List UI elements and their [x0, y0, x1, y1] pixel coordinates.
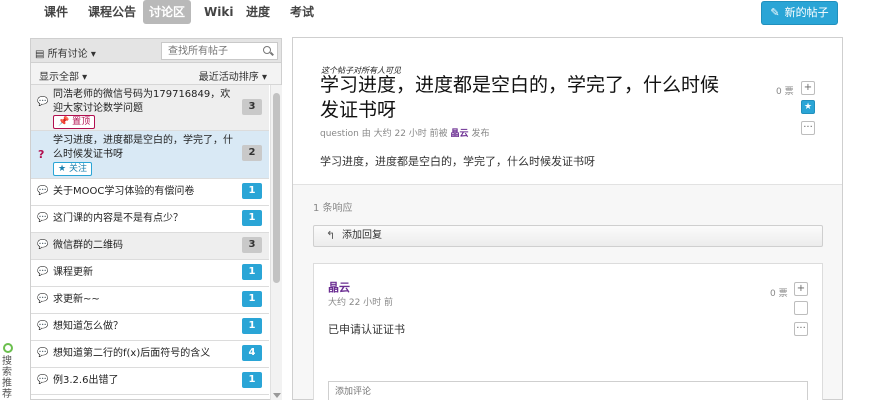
new-post-button[interactable]: ✎ 新的帖子	[761, 1, 838, 25]
comment-icon: 💬	[37, 213, 49, 223]
pinned-label: 置顶	[72, 117, 91, 127]
thread-title: 想知道怎么做？	[53, 321, 123, 332]
thread-title: 想知道第二行的f(x)后面符号的含义	[53, 348, 211, 359]
new-post-label: 新的帖子	[784, 6, 829, 19]
add-comment-input[interactable]	[328, 381, 808, 400]
comment-icon: 💬	[37, 186, 49, 196]
thread-list-header: ▤ 所有讨论 ▾	[31, 39, 281, 63]
search-recommend-label: 搜索推荐	[2, 356, 12, 400]
post-title: 学习进度，进度都是空白的，学完了，什么时候发证书呀	[320, 74, 720, 121]
thread-title: 关于MOOC学习体验的有偿问卷	[53, 186, 195, 197]
reply-count-badge: 1	[242, 264, 262, 280]
thread-item[interactable]: 💬 同浩老师的微信号码为179716849，欢迎大家讨论数学问题 📌 置顶 3	[31, 85, 269, 131]
scroll-down-icon[interactable]	[273, 393, 281, 398]
tab-exam[interactable]: 考试	[284, 0, 320, 24]
comment-icon: 💬	[37, 240, 49, 250]
show-all-dropdown[interactable]: 显示全部 ▾	[39, 68, 87, 83]
thread-sort-bar: 显示全部 ▾ 最近活动排序 ▾	[31, 63, 281, 85]
thread-item[interactable]: 💬 课程更新 1	[31, 260, 269, 287]
circle-icon	[3, 343, 13, 353]
reply-count-badge: 3	[242, 99, 262, 115]
post-meta: question 由 大约 22 小时 前被 晶云 发布	[320, 126, 489, 139]
add-reply-button[interactable]: ↰ 添加回复	[313, 225, 823, 247]
thread-list-scrollbar[interactable]	[270, 85, 282, 400]
comment-icon: 💬	[37, 321, 49, 331]
thread-title: 这门课的内容是不是有点少？	[53, 213, 183, 224]
post-meta-suffix: 发布	[471, 129, 490, 139]
thread-title: 学习进度，进度都是空白的，学完了，什么时候发证书呀	[53, 135, 233, 160]
edit-icon: ✎	[770, 6, 780, 19]
reply-count-badge: 3	[242, 237, 262, 253]
post-type: question	[320, 129, 359, 139]
comment-icon: 💬	[37, 375, 49, 385]
thread-title: 微信群的二维码	[53, 240, 123, 251]
reply-count-badge: 1	[242, 372, 262, 388]
thread-title: 同浩老师的微信号码为179716849，欢迎大家讨论数学问题	[53, 89, 231, 114]
thread-title: 例3.2.6出错了	[53, 375, 119, 386]
thread-item[interactable]: 💬 求更新~~ 1	[31, 287, 269, 314]
thread-title: 课程更新	[53, 267, 93, 278]
reply-count-badge: 1	[242, 291, 262, 307]
tab-discussion[interactable]: 讨论区	[143, 0, 192, 24]
tab-courseware[interactable]: 课件	[38, 0, 74, 24]
add-reply-label: 添加回复	[342, 230, 382, 241]
thread-list-panel: ▤ 所有讨论 ▾ 显示全部 ▾ 最近活动排序 ▾ 💬 同浩老师的微信号码为179…	[30, 38, 282, 400]
response-vote-count: 0 票	[770, 289, 788, 299]
response-more-actions-button[interactable]: ···	[794, 322, 808, 336]
post-time: 由 大约 22 小时 前被	[361, 129, 448, 139]
filter-label: 所有讨论	[47, 49, 88, 60]
thread-item[interactable]: 💬 想知道第二行的f(x)后面符号的含义 4	[31, 341, 269, 368]
search-recommend-widget[interactable]: 搜索推荐	[0, 340, 16, 400]
scrollbar-thumb[interactable]	[273, 93, 280, 283]
response-item: 晶云 大约 22 小时 前 已申请认证证书 0 票 + ···	[313, 263, 823, 400]
reply-arrow-icon: ↰	[326, 229, 336, 242]
post-vote-count: 0 票	[776, 87, 794, 97]
search-input[interactable]	[161, 42, 278, 60]
follow-star-button[interactable]: ★	[801, 100, 815, 114]
tab-announcements[interactable]: 课程公告	[82, 0, 142, 24]
post-body: 学习进度，进度都是空白的，学完了，什么时候发证书呀	[320, 155, 595, 168]
thread-item[interactable]: 💬 微信群的二维码 3	[31, 233, 269, 260]
reply-count-badge: 4	[242, 345, 262, 361]
comment-icon: 💬	[37, 97, 49, 107]
thread-item[interactable]: 💬 关于MOOC学习体验的有偿问卷 1	[31, 179, 269, 206]
thread-title: 求更新~~	[53, 294, 100, 305]
show-all-label: 显示全部	[39, 72, 79, 83]
comment-icon: 💬	[37, 267, 49, 277]
comment-icon: 💬	[37, 294, 49, 304]
thread-list: 💬 同浩老师的微信号码为179716849，欢迎大家讨论数学问题 📌 置顶 3 …	[31, 85, 269, 395]
response-body: 已申请认证证书	[328, 323, 405, 336]
sort-label: 最近活动排序	[198, 72, 259, 83]
reply-count-badge: 1	[242, 318, 262, 334]
response-time: 大约 22 小时 前	[328, 298, 394, 308]
thread-item-selected[interactable]: ? 学习进度，进度都是空白的，学完了，什么时候发证书呀 ★ 关注 2	[31, 131, 269, 179]
thread-item[interactable]: 💬 例3.2.6出错了 1	[31, 368, 269, 395]
more-actions-button[interactable]: ···	[801, 121, 815, 135]
tab-progress[interactable]: 进度	[240, 0, 276, 24]
thread-item[interactable]: 💬 这门课的内容是不是有点少？ 1	[31, 206, 269, 233]
reply-count-badge: 1	[242, 210, 262, 226]
question-icon: ?	[38, 148, 45, 161]
response-endorse-button[interactable]	[794, 301, 808, 315]
response-author-link[interactable]: 晶云	[328, 279, 350, 295]
reply-count-badge: 1	[242, 183, 262, 199]
following-label: 关注	[68, 164, 87, 174]
sort-dropdown[interactable]: 最近活动排序 ▾	[199, 68, 267, 83]
thread-detail-panel: 这个帖子对所有人可见 学习进度，进度都是空白的，学完了，什么时候发证书呀 que…	[292, 37, 843, 400]
post-author-link[interactable]: 晶云	[451, 129, 469, 139]
pinned-tag: 📌 置顶	[53, 115, 96, 129]
thread-item[interactable]: 💬 想知道怎么做？ 1	[31, 314, 269, 341]
response-count: 1 条响应	[313, 203, 353, 214]
following-tag: ★ 关注	[53, 162, 92, 176]
discussion-filter-dropdown[interactable]: ▤ 所有讨论 ▾	[35, 45, 96, 60]
search-icon[interactable]	[263, 46, 271, 54]
comment-icon: 💬	[37, 348, 49, 358]
tab-wiki[interactable]: Wiki	[198, 0, 239, 24]
top-nav: 课件 课程公告 讨论区 Wiki 进度 考试 ✎ 新的帖子	[0, 0, 873, 30]
reply-count-badge: 2	[242, 145, 262, 161]
response-upvote-button[interactable]: +	[794, 282, 808, 296]
upvote-button[interactable]: +	[801, 81, 815, 95]
post-area: 这个帖子对所有人可见 学习进度，进度都是空白的，学完了，什么时候发证书呀 que…	[293, 38, 842, 185]
